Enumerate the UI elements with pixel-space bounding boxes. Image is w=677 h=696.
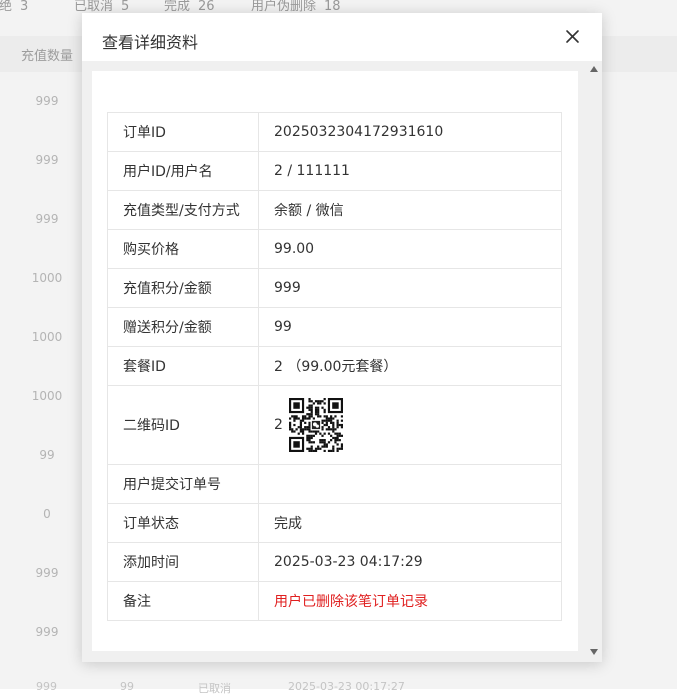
- row-label: 用户提交订单号: [107, 464, 259, 504]
- table-row: 充值积分/金额 999: [107, 268, 562, 308]
- close-icon[interactable]: [562, 26, 584, 48]
- table-row: 添加时间 2025-03-23 04:17:29: [107, 542, 562, 582]
- table-cell: 已取消: [198, 682, 231, 695]
- detail-modal: 查看详细资料 订单ID 2025032304172931610 用户ID/用户名…: [82, 13, 602, 662]
- qr-code-icon[interactable]: [288, 398, 343, 452]
- detail-table: 订单ID 2025032304172931610 用户ID/用户名 2 / 11…: [107, 112, 562, 621]
- table-cell: 999: [35, 94, 59, 108]
- chevron-down-icon[interactable]: [590, 649, 598, 655]
- table-row: 订单ID 2025032304172931610: [107, 112, 562, 152]
- table-row: 二维码ID 2: [107, 385, 562, 465]
- tab-user-deleted[interactable]: 用户伪删除 18: [251, 0, 341, 14]
- table-cell: 1000: [31, 330, 63, 344]
- table-cell: 99: [39, 448, 55, 462]
- table-cell: 999: [36, 680, 57, 693]
- modal-title: 查看详细资料: [102, 33, 199, 52]
- table-row: 用户提交订单号: [107, 464, 562, 504]
- tab-rejected[interactable]: 拒绝3: [0, 0, 28, 14]
- order-id-value: 2025032304172931610: [258, 112, 562, 152]
- user-value: 2 / 111111: [258, 151, 562, 191]
- payment-type-value: 余额 / 微信: [258, 190, 562, 230]
- remark-value: 用户已删除该笔订单记录: [258, 581, 562, 621]
- row-label: 备注: [107, 581, 259, 621]
- order-status-value: 完成: [258, 503, 562, 543]
- row-label: 添加时间: [107, 542, 259, 582]
- table-cell: 999: [35, 566, 59, 580]
- table-cell: 1000: [31, 271, 63, 285]
- table-row: 赠送积分/金额 99: [107, 307, 562, 347]
- recharge-points-value: 999: [258, 268, 562, 308]
- tab-completed[interactable]: 完成 26: [164, 0, 215, 14]
- qr-id-value: 2: [274, 417, 283, 433]
- qr-cell: 2: [258, 385, 562, 465]
- table-cell: 99: [120, 680, 134, 693]
- row-label: 套餐ID: [107, 346, 259, 386]
- table-cell: 0: [43, 507, 51, 521]
- table-cell: 999: [35, 212, 59, 226]
- row-label: 充值类型/支付方式: [107, 190, 259, 230]
- table-row: 充值类型/支付方式 余额 / 微信: [107, 190, 562, 230]
- detail-panel: 订单ID 2025032304172931610 用户ID/用户名 2 / 11…: [92, 71, 578, 651]
- column-header-recharge-amount: 充值数量: [21, 49, 74, 64]
- modal-body: 订单ID 2025032304172931610 用户ID/用户名 2 / 11…: [82, 61, 602, 662]
- bonus-points-value: 99: [258, 307, 562, 347]
- row-label: 赠送积分/金额: [107, 307, 259, 347]
- chevron-up-icon[interactable]: [590, 66, 598, 72]
- row-label: 订单ID: [107, 112, 259, 152]
- package-id-value: 2 （99.00元套餐）: [258, 346, 562, 386]
- submitted-order-no-value: [258, 464, 562, 504]
- table-row: 用户ID/用户名 2 / 111111: [107, 151, 562, 191]
- table-row: 套餐ID 2 （99.00元套餐）: [107, 346, 562, 386]
- row-label: 二维码ID: [107, 385, 259, 465]
- table-cell: 999: [35, 625, 59, 639]
- row-label: 用户ID/用户名: [107, 151, 259, 191]
- table-cell: 1000: [31, 389, 63, 403]
- scrollbar[interactable]: [586, 61, 602, 662]
- table-cell: 2025-03-23 00:17:27: [288, 680, 405, 693]
- table-row: 购买价格 99.00: [107, 229, 562, 269]
- table-row: 备注 用户已删除该笔订单记录: [107, 581, 562, 621]
- status-tabs: 拒绝3 已取消5 完成26 用户伪删除18: [0, 0, 677, 14]
- row-label: 充值积分/金额: [107, 268, 259, 308]
- price-value: 99.00: [258, 229, 562, 269]
- created-time-value: 2025-03-23 04:17:29: [258, 542, 562, 582]
- row-label: 订单状态: [107, 503, 259, 543]
- table-cell: 999: [35, 153, 59, 167]
- row-label: 购买价格: [107, 229, 259, 269]
- tab-cancelled[interactable]: 已取消 5: [74, 0, 129, 14]
- table-row: 订单状态 完成: [107, 503, 562, 543]
